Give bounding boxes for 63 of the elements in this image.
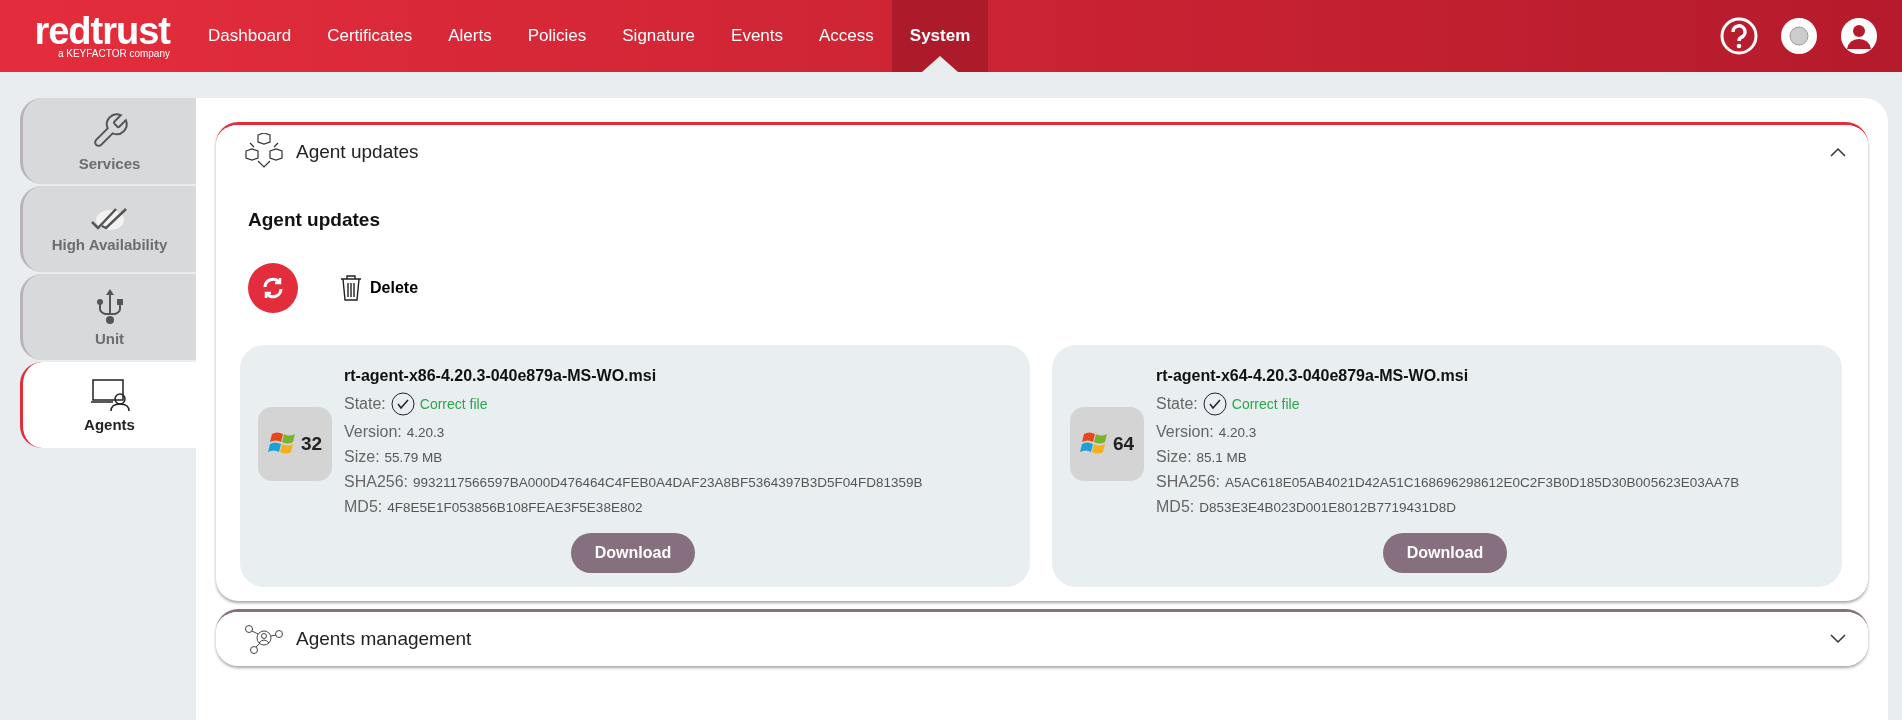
download-button[interactable]: Download: [1382, 533, 1508, 573]
chevron-up-icon[interactable]: [1830, 147, 1846, 157]
accordion-header[interactable]: Agent updates: [216, 125, 1868, 179]
nav-item[interactable]: Signature: [604, 0, 714, 72]
check-circle-icon: [390, 392, 415, 416]
tab-label: Unit: [94, 329, 125, 347]
field-label: MD5:: [1156, 498, 1195, 516]
architecture-label: 64: [1112, 433, 1135, 455]
sidebar-tab[interactable]: High Availability: [20, 186, 196, 272]
check-circle-icon: [1202, 392, 1227, 416]
logo-tagline: a KEYFACTOR company: [57, 47, 170, 59]
state-value: Correct file: [419, 396, 488, 412]
field-label: Version:: [344, 423, 402, 441]
accordion-title: Agents management: [296, 628, 473, 650]
field-value: 55.79 MB: [384, 449, 443, 465]
help-icon[interactable]: [1720, 17, 1758, 55]
field-value: 9932117566597BA000D476464C4FEB0A4DAF23A8BF5364397B3D5F04FD81359B: [413, 474, 923, 490]
file-name: rt-agent-x86-4.20.3-040e879a-MS-WO.msi: [344, 367, 658, 385]
sidebar-tab[interactable]: Agents: [20, 362, 196, 448]
field-label: Size:: [1156, 448, 1192, 466]
field-label: Size:: [344, 448, 380, 466]
status-indicator-icon[interactable]: [1780, 17, 1818, 55]
refresh-icon: [261, 276, 285, 300]
architecture-label: 32: [300, 433, 323, 455]
chevron-down-icon[interactable]: [1830, 634, 1846, 644]
sidebar-tab[interactable]: Services: [20, 98, 196, 184]
state-value: Correct file: [1231, 396, 1300, 412]
refresh-button[interactable]: [248, 263, 298, 313]
field-label: State:: [1156, 395, 1198, 413]
agent-icon: [89, 377, 130, 412]
field-label: Version:: [1156, 423, 1214, 441]
field-label: SHA256:: [344, 473, 409, 491]
file-name: rt-agent-x64-4.20.3-040e879a-MS-WO.msi: [1156, 367, 1470, 385]
tab-label: Agents: [84, 415, 135, 433]
accordion-header[interactable]: Agents management: [216, 612, 1868, 666]
section-heading: Agent updates: [248, 209, 381, 231]
logo-name: redtrust: [34, 13, 170, 48]
field-value: 4.20.3: [406, 424, 445, 440]
field-label: State:: [344, 395, 386, 413]
nav-item[interactable]: Alerts: [430, 0, 510, 72]
nav-item[interactable]: Certificates: [309, 0, 431, 72]
nav-item[interactable]: Dashboard: [190, 0, 310, 72]
field-value: D853E3E4B023D001E8012B7719431D8D: [1199, 499, 1456, 515]
nav-item[interactable]: Access: [801, 0, 892, 72]
usb-icon: [95, 287, 124, 326]
field-value: 85.1 MB: [1196, 449, 1247, 465]
trash-icon: [340, 275, 362, 301]
tab-label: Services: [78, 154, 141, 172]
delete-button[interactable]: Delete: [334, 274, 425, 302]
field-value: A5AC618E05AB4021D42A51C168696298612E0C2F3B0D185D30B005623E03AA7B: [1225, 474, 1740, 490]
nav-item[interactable]: System: [891, 0, 989, 72]
tab-label: High Availability: [51, 235, 168, 253]
people-network-icon: [244, 624, 284, 654]
download-button[interactable]: Download: [570, 533, 696, 573]
field-value: 4.20.3: [1218, 424, 1257, 440]
field-label: MD5:: [344, 498, 383, 516]
user-avatar-icon[interactable]: [1840, 17, 1878, 55]
nav-item[interactable]: Events: [713, 0, 802, 72]
sidebar-tab[interactable]: Unit: [20, 274, 196, 360]
accordion-title: Agent updates: [296, 141, 420, 163]
field-label: SHA256:: [1156, 473, 1221, 491]
nav-item[interactable]: Policies: [509, 0, 605, 72]
field-value: 4F8E5E1F053856B108FEAE3F5E38E802: [387, 499, 643, 515]
